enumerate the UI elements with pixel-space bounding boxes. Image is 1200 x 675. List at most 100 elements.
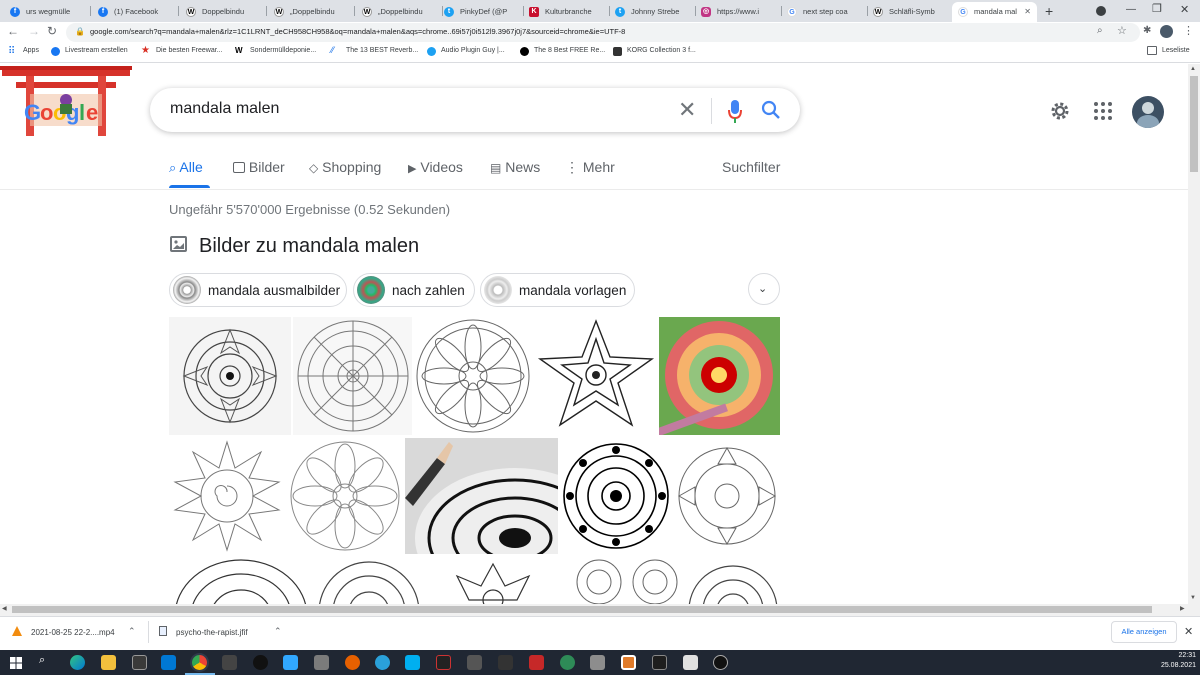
notepad-icon[interactable] xyxy=(683,655,698,670)
browser-tab-active[interactable]: G mandala mal ✕ xyxy=(952,2,1037,22)
system-clock[interactable]: 22:31 25.08.2021 xyxy=(1150,651,1196,671)
scroll-down-icon[interactable]: ▼ xyxy=(1190,595,1196,601)
browser-tab[interactable]: W Doppelbindu xyxy=(180,2,264,22)
reload-icon[interactable]: ↻ xyxy=(47,24,57,38)
telegram-icon[interactable] xyxy=(375,655,390,670)
chip-nach-zahlen[interactable]: nach zahlen xyxy=(353,273,475,307)
google-apps-icon[interactable] xyxy=(1093,101,1113,121)
app-icon[interactable] xyxy=(314,655,329,670)
clear-search-icon[interactable]: ✕ xyxy=(678,97,696,123)
bookmark-korg[interactable]: KORG Collection 3 f... xyxy=(627,47,696,54)
minimize-icon[interactable]: — xyxy=(1126,4,1136,15)
account-avatar[interactable] xyxy=(1132,96,1164,128)
app-icon[interactable] xyxy=(529,655,544,670)
close-downloads-icon[interactable]: ✕ xyxy=(1184,625,1193,638)
bookmark-sondermuell[interactable]: Sondermülldeponie... xyxy=(250,47,316,54)
app-icon[interactable] xyxy=(436,655,451,670)
tab-images[interactable]: Bilder xyxy=(233,159,285,175)
browser-tab[interactable]: K Kulturbranche xyxy=(523,2,607,22)
browser-tab[interactable]: t PinkyDef (@P xyxy=(438,2,522,22)
download-item[interactable]: psycho-the-rapist.jfif xyxy=(176,628,248,637)
image-result[interactable] xyxy=(169,556,313,604)
browser-tab[interactable]: W „Doppelbindu xyxy=(268,2,352,22)
microphone-icon[interactable] xyxy=(727,98,743,124)
search-tools-button[interactable]: Suchfilter xyxy=(722,159,780,175)
image-result[interactable] xyxy=(169,317,291,435)
url-text[interactable]: google.com/search?q=mandala+malen&rlz=1C… xyxy=(90,27,625,36)
google-doodle-logo[interactable]: G o o g l e xyxy=(0,64,132,140)
images-heading[interactable]: Bilder zu mandala malen xyxy=(199,235,419,258)
scroll-up-icon[interactable]: ▲ xyxy=(1190,66,1196,72)
app-icon[interactable] xyxy=(590,655,605,670)
image-result[interactable] xyxy=(659,317,780,435)
lock-icon[interactable]: 🔒 xyxy=(75,27,85,36)
image-result[interactable] xyxy=(315,556,423,604)
menu-icon[interactable]: ⋮ xyxy=(1183,24,1194,37)
bookmark-freeware[interactable]: Die besten Freewar... xyxy=(156,47,223,54)
browser-tab[interactable]: f (1) Facebook xyxy=(92,2,176,22)
edge-icon[interactable] xyxy=(70,655,85,670)
bookmark-plugin-guy[interactable]: Audio Plugin Guy |... xyxy=(441,47,505,54)
settings-gear-icon[interactable] xyxy=(1048,99,1072,123)
chevron-up-icon[interactable]: ⌃ xyxy=(128,626,136,637)
tab-more[interactable]: ⋮ Mehr xyxy=(565,159,615,176)
image-result[interactable] xyxy=(287,438,403,554)
download-item[interactable]: 2021-08-25 22-2....mp4 xyxy=(31,628,115,637)
new-tab-icon[interactable]: + xyxy=(1045,3,1053,19)
profile-avatar-small[interactable] xyxy=(1160,25,1173,38)
browser-tab[interactable]: f urs wegmülle xyxy=(4,2,88,22)
chip-mandala-ausmalbilder[interactable]: mandala ausmalbilder xyxy=(169,273,347,307)
chip-mandala-vorlagen[interactable]: mandala vorlagen xyxy=(480,273,635,307)
app-icon[interactable] xyxy=(713,655,728,670)
app-icon[interactable] xyxy=(467,655,482,670)
app-icon[interactable] xyxy=(652,655,667,670)
file-explorer-icon[interactable] xyxy=(101,655,116,670)
image-result[interactable] xyxy=(687,556,780,604)
back-icon[interactable]: ← xyxy=(7,24,19,38)
tab-news[interactable]: ▤ News xyxy=(490,159,540,175)
bookmark-apps[interactable]: Apps xyxy=(23,47,39,54)
bookmark-best-free[interactable]: The 8 Best FREE Re... xyxy=(534,47,605,54)
browser-tab[interactable]: G next step coa xyxy=(781,2,865,22)
browser-tab[interactable]: ◎ https://www.i xyxy=(695,2,779,22)
app-icon[interactable] xyxy=(560,655,575,670)
taskbar-search-icon[interactable]: ⌕ xyxy=(39,654,45,667)
bookmark-reverb[interactable]: The 13 BEST Reverb... xyxy=(346,47,418,54)
app-icon[interactable] xyxy=(621,655,636,670)
close-tab-icon[interactable]: ✕ xyxy=(1024,2,1031,22)
image-result[interactable] xyxy=(534,317,657,435)
tab-videos[interactable]: ▶ Videos xyxy=(408,159,463,175)
app-icon[interactable] xyxy=(253,655,268,670)
reading-list[interactable]: Leseliste xyxy=(1162,47,1190,54)
extensions-icon[interactable]: ✱ xyxy=(1143,25,1151,36)
mail-icon[interactable] xyxy=(161,655,176,670)
forward-icon[interactable]: → xyxy=(28,24,40,38)
app-icon[interactable] xyxy=(345,655,360,670)
show-all-downloads-button[interactable]: Alle anzeigen xyxy=(1111,621,1177,643)
image-result[interactable] xyxy=(405,438,558,554)
image-result[interactable] xyxy=(169,438,285,554)
expand-chips-button[interactable]: ⌄ xyxy=(748,273,780,305)
scroll-right-icon[interactable]: ▶ xyxy=(1180,605,1185,612)
windows-start-icon[interactable] xyxy=(10,656,22,669)
chrome-icon[interactable] xyxy=(192,655,207,670)
horizontal-scroll-thumb[interactable] xyxy=(12,606,1152,613)
close-window-icon[interactable]: ✕ xyxy=(1180,3,1189,16)
apps-grid-icon[interactable]: ⠿ xyxy=(8,46,15,57)
search-input[interactable]: mandala malen xyxy=(170,100,279,118)
tab-all[interactable]: ⌕ Alle xyxy=(169,159,203,176)
restore-icon[interactable]: ❐ xyxy=(1152,2,1162,15)
browser-tab[interactable]: W „Doppelbindu xyxy=(356,2,440,22)
tab-shopping[interactable]: ◇ Shopping xyxy=(309,159,381,175)
image-result[interactable] xyxy=(674,438,780,554)
app-icon[interactable] xyxy=(498,655,513,670)
image-result[interactable] xyxy=(293,317,412,435)
app-icon[interactable] xyxy=(222,655,237,670)
image-result[interactable] xyxy=(560,438,672,554)
browser-tab[interactable]: W Schläfli-Symb xyxy=(867,2,951,22)
search-icon[interactable] xyxy=(760,99,782,121)
chevron-up-icon[interactable]: ⌃ xyxy=(274,626,282,637)
image-result[interactable] xyxy=(425,556,561,604)
bookmark-livestream[interactable]: Livestream erstellen xyxy=(65,47,128,54)
browser-tab[interactable]: t Johnny Strebe xyxy=(609,2,693,22)
